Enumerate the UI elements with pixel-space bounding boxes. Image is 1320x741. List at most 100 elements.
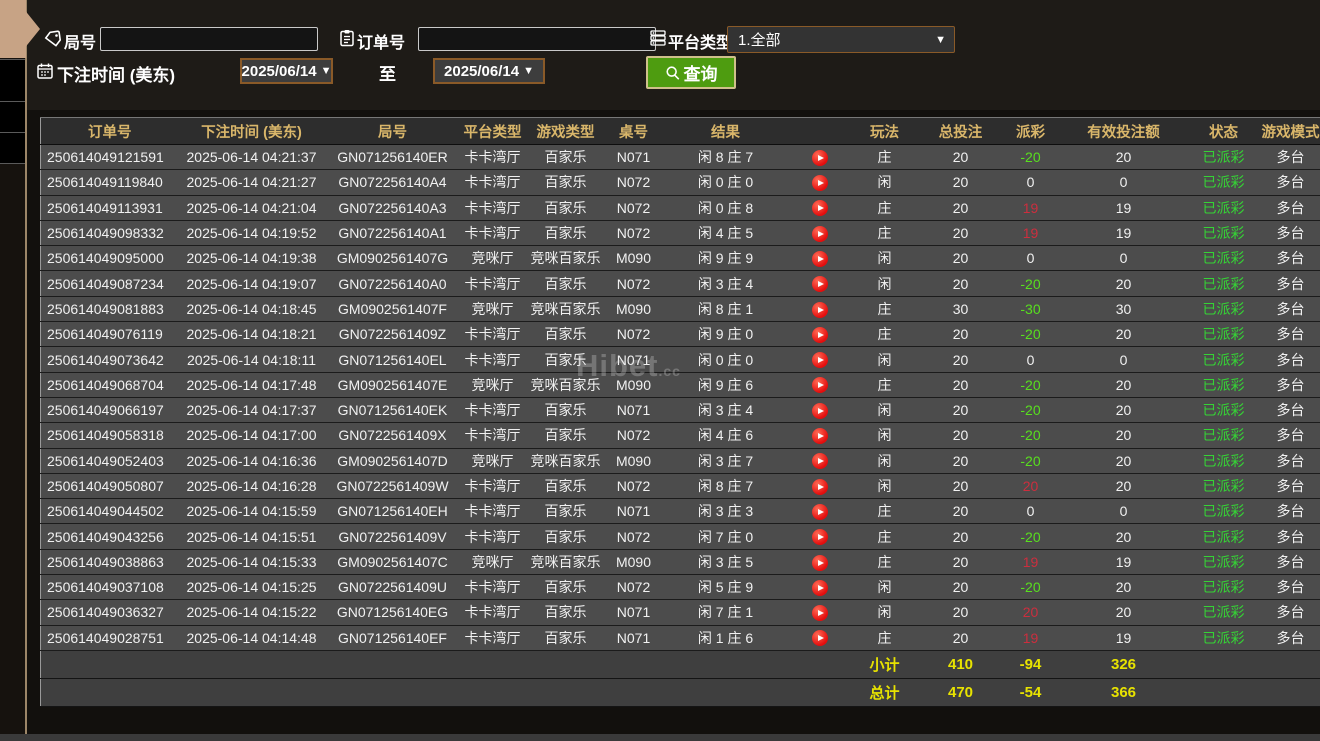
order-no-input[interactable] bbox=[418, 27, 656, 51]
summary-empty-cell bbox=[324, 677, 461, 707]
replay-button[interactable] bbox=[811, 301, 828, 318]
replay-button[interactable] bbox=[811, 175, 828, 192]
replay-button[interactable] bbox=[811, 529, 828, 546]
play-type: 庄 bbox=[848, 523, 921, 550]
summary-valid-bet: 366 bbox=[1060, 677, 1187, 707]
chevron-down-icon: ▼ bbox=[935, 33, 946, 46]
play-type: 庄 bbox=[848, 548, 921, 576]
replay-button[interactable] bbox=[811, 630, 828, 647]
replay-button[interactable] bbox=[811, 428, 828, 445]
game-number: GM0902561407D bbox=[324, 447, 461, 474]
replay-button[interactable] bbox=[811, 377, 828, 394]
play-type: 庄 bbox=[848, 498, 921, 525]
result: 闲 3 庄 4 bbox=[660, 270, 791, 297]
platform-type: 卡卡湾厅 bbox=[460, 194, 525, 221]
play-icon bbox=[817, 331, 824, 338]
summary-empty-cell bbox=[1260, 677, 1320, 707]
search-button[interactable]: 查询 bbox=[646, 56, 736, 89]
game-mode: 多台 bbox=[1260, 143, 1320, 171]
replay-button[interactable] bbox=[811, 326, 828, 343]
order-number: 250614049038863 bbox=[40, 548, 179, 576]
summary-empty-cell bbox=[460, 649, 525, 679]
total-bet: 20 bbox=[920, 245, 1001, 272]
game-mode: 多台 bbox=[1260, 396, 1320, 424]
platform-type: 卡卡湾厅 bbox=[460, 472, 525, 500]
total-bet: 20 bbox=[920, 447, 1001, 474]
total-bet: 20 bbox=[920, 599, 1001, 626]
payout: -30 bbox=[1000, 295, 1061, 323]
play-icon bbox=[817, 382, 824, 389]
game-number: GN072256140A3 bbox=[324, 194, 461, 221]
replay-button[interactable] bbox=[811, 276, 828, 293]
replay-cell bbox=[790, 194, 849, 221]
valid-bet: 20 bbox=[1060, 447, 1187, 474]
table-row: 250614049052403 2025-06-14 04:16:36 GM0902… bbox=[40, 447, 1320, 474]
table-number: N071 bbox=[606, 396, 661, 424]
payout: -20 bbox=[1000, 143, 1061, 171]
play-type: 庄 bbox=[848, 321, 921, 348]
order-number: 250614049028751 bbox=[40, 624, 179, 651]
replay-cell bbox=[790, 321, 849, 348]
result: 闲 3 庄 4 bbox=[660, 396, 791, 424]
bet-time: 2025-06-14 04:17:00 bbox=[178, 422, 325, 449]
date-from-picker[interactable]: 2025/06/14 ▼ bbox=[240, 58, 333, 84]
table-number: N071 bbox=[606, 599, 661, 626]
platform-type-select[interactable]: 1.全部 ▼ bbox=[727, 26, 955, 53]
replay-button[interactable] bbox=[811, 503, 828, 520]
replay-button[interactable] bbox=[811, 225, 828, 242]
replay-button[interactable] bbox=[811, 149, 828, 166]
game-mode: 多台 bbox=[1260, 270, 1320, 297]
game-type: 竞咪百家乐 bbox=[524, 371, 607, 398]
result: 闲 4 庄 6 bbox=[660, 422, 791, 449]
play-type: 庄 bbox=[848, 194, 921, 221]
game-type: 竞咪百家乐 bbox=[524, 295, 607, 323]
valid-bet: 19 bbox=[1060, 194, 1187, 221]
bet-time: 2025-06-14 04:19:07 bbox=[178, 270, 325, 297]
replay-cell bbox=[790, 143, 849, 171]
order-number: 250614049076119 bbox=[40, 321, 179, 348]
game-type: 百家乐 bbox=[524, 169, 607, 196]
table-number: N072 bbox=[606, 270, 661, 297]
chevron-down-icon: ▼ bbox=[320, 65, 332, 77]
game-mode: 多台 bbox=[1260, 422, 1320, 449]
replay-button[interactable] bbox=[811, 453, 828, 470]
replay-cell bbox=[790, 270, 849, 297]
status: 已派彩 bbox=[1186, 371, 1261, 398]
summary-total-bet: 410 bbox=[920, 649, 1001, 679]
table-number: N072 bbox=[606, 219, 661, 247]
replay-button[interactable] bbox=[811, 402, 828, 419]
table-number: N072 bbox=[606, 321, 661, 348]
play-type: 闲 bbox=[848, 270, 921, 297]
platform-type: 卡卡湾厅 bbox=[460, 523, 525, 550]
platform-type: 卡卡湾厅 bbox=[460, 498, 525, 525]
play-icon bbox=[817, 281, 824, 288]
platform-type: 卡卡湾厅 bbox=[460, 599, 525, 626]
summary-valid-bet: 326 bbox=[1060, 649, 1187, 679]
column-header: 总投注 bbox=[920, 117, 1001, 145]
total-bet: 20 bbox=[920, 194, 1001, 221]
payout: 0 bbox=[1000, 245, 1061, 272]
replay-button[interactable] bbox=[811, 250, 828, 267]
total-bet: 20 bbox=[920, 574, 1001, 601]
tag-icon bbox=[44, 30, 62, 48]
game-no-input[interactable] bbox=[100, 27, 318, 51]
game-type: 百家乐 bbox=[524, 498, 607, 525]
replay-button[interactable] bbox=[811, 352, 828, 369]
replay-button[interactable] bbox=[811, 605, 828, 622]
summary-payout: -54 bbox=[1000, 677, 1061, 707]
replay-button[interactable] bbox=[811, 579, 828, 596]
summary-empty-cell bbox=[524, 677, 607, 707]
replay-button[interactable] bbox=[811, 478, 828, 495]
replay-button[interactable] bbox=[811, 200, 828, 217]
total-bet: 20 bbox=[920, 523, 1001, 550]
date-to-picker[interactable]: 2025/06/14 ▼ bbox=[433, 58, 545, 84]
replay-cell bbox=[790, 346, 849, 373]
game-type: 竞咪百家乐 bbox=[524, 245, 607, 272]
bet-time: 2025-06-14 04:15:51 bbox=[178, 523, 325, 550]
platform-type: 卡卡湾厅 bbox=[460, 219, 525, 247]
game-type: 百家乐 bbox=[524, 321, 607, 348]
total-bet: 20 bbox=[920, 624, 1001, 651]
platform-type: 卡卡湾厅 bbox=[460, 624, 525, 651]
valid-bet: 0 bbox=[1060, 169, 1187, 196]
replay-button[interactable] bbox=[811, 554, 828, 571]
